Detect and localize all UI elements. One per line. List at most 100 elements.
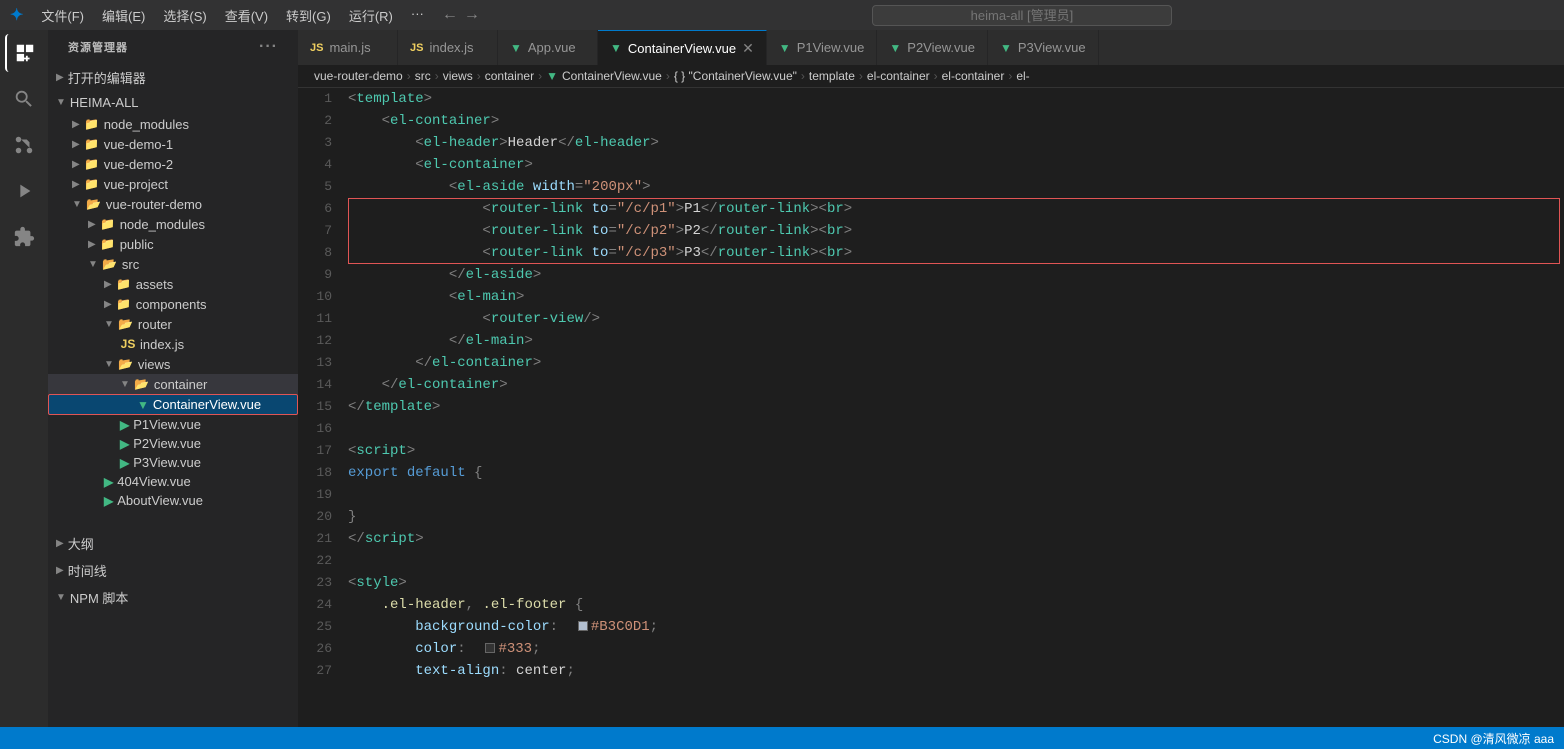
breadcrumb-part[interactable]: src xyxy=(415,69,431,83)
line-content: color: #333; xyxy=(348,638,1564,660)
line-content: <el-main> xyxy=(348,286,1564,308)
tab-p2view[interactable]: ▼ P2View.vue xyxy=(877,30,988,65)
folder-icon: 📂 xyxy=(86,196,102,212)
explorer-icon[interactable] xyxy=(5,34,43,72)
tab-label: ContainerView.vue xyxy=(628,41,736,56)
chevron-icon: ▼ xyxy=(88,259,98,270)
tree-p2view[interactable]: ▶ P2View.vue xyxy=(48,434,298,453)
breadcrumb-template[interactable]: template xyxy=(809,69,855,83)
line-number: 11 xyxy=(298,308,348,330)
chevron-icon: ▶ xyxy=(72,119,80,130)
forward-arrow[interactable]: → xyxy=(464,6,480,24)
code-line-8: 8 <router-link to="/c/p3">P3</router-lin… xyxy=(298,242,1564,264)
tree-assets[interactable]: ▶ 📁 assets xyxy=(48,274,298,294)
line-number: 9 xyxy=(298,264,348,286)
folder-icon: 📂 xyxy=(118,356,134,372)
search-input[interactable] xyxy=(872,5,1172,26)
breadcrumb-part[interactable]: views xyxy=(443,69,473,83)
timeline-section[interactable]: ▶ 时间线 xyxy=(48,557,298,584)
tree-p3view[interactable]: ▶ P3View.vue xyxy=(48,453,298,472)
vue-icon: ▶ xyxy=(120,418,129,432)
tab-close-icon[interactable]: ✕ xyxy=(742,40,754,57)
vue-file-icon: ▼ xyxy=(779,41,791,55)
sidebar-more[interactable]: ··· xyxy=(259,38,278,56)
run-icon[interactable] xyxy=(5,172,43,210)
breadcrumb-sep: › xyxy=(477,69,481,83)
menu-goto[interactable]: 转到(G) xyxy=(278,4,339,27)
breadcrumb-part[interactable]: el-container xyxy=(867,69,930,83)
tree-label: AboutView.vue xyxy=(117,493,203,508)
tab-container-view[interactable]: ▼ ContainerView.vue ✕ xyxy=(598,30,767,65)
menu-bar: 文件(F) 编辑(E) 选择(S) 查看(V) 转到(G) 运行(R) ··· xyxy=(33,4,431,27)
line-number: 1 xyxy=(298,88,348,110)
vue-icon: ▼ xyxy=(137,398,149,412)
tree-vue-demo-2[interactable]: ▶ 📁 vue-demo-2 xyxy=(48,154,298,174)
menu-view[interactable]: 查看(V) xyxy=(217,4,276,27)
menu-file[interactable]: 文件(F) xyxy=(33,4,92,27)
tree-components[interactable]: ▶ 📁 components xyxy=(48,294,298,314)
tree-label: 404View.vue xyxy=(117,474,191,489)
npm-scripts-section[interactable]: ▼ NPM 脚本 xyxy=(48,584,298,611)
search-bar[interactable] xyxy=(490,5,1554,26)
vue-file-icon: ▼ xyxy=(610,41,622,55)
line-number: 26 xyxy=(298,638,348,660)
tree-container[interactable]: ▼ 📂 container xyxy=(48,374,298,394)
tree-router[interactable]: ▼ 📂 router xyxy=(48,314,298,334)
search-activity-icon[interactable] xyxy=(5,80,43,118)
breadcrumb-part[interactable]: { } "ContainerView.vue" xyxy=(674,69,797,83)
tree-public[interactable]: ▶ 📁 public xyxy=(48,234,298,254)
tree-label: node_modules xyxy=(120,217,205,232)
extensions-icon[interactable] xyxy=(5,218,43,256)
tree-vue-demo-1[interactable]: ▶ 📁 vue-demo-1 xyxy=(48,134,298,154)
chevron-icon: ▼ xyxy=(120,379,130,390)
tree-label: P2View.vue xyxy=(133,436,201,451)
chevron-icon: ▶ xyxy=(104,279,112,290)
code-line-23: 23 <style> xyxy=(298,572,1564,594)
tree-index-js[interactable]: JS index.js xyxy=(48,334,298,354)
tree-node-modules[interactable]: ▶ 📁 node_modules xyxy=(48,114,298,134)
menu-edit[interactable]: 编辑(E) xyxy=(94,4,153,27)
breadcrumb-part[interactable]: ContainerView.vue xyxy=(562,69,662,83)
menu-select[interactable]: 选择(S) xyxy=(155,4,214,27)
line-content: </template> xyxy=(348,396,1564,418)
tree-container-view[interactable]: ▼ ContainerView.vue xyxy=(48,394,298,415)
menu-more[interactable]: ··· xyxy=(403,4,432,27)
folder-icon: 📂 xyxy=(134,376,150,392)
root-chevron: ▼ xyxy=(56,97,66,108)
breadcrumb-part[interactable]: container xyxy=(485,69,534,83)
tree-404view[interactable]: ▶ 404View.vue xyxy=(48,472,298,491)
tree-src[interactable]: ▼ 📂 src xyxy=(48,254,298,274)
tab-p1view[interactable]: ▼ P1View.vue xyxy=(767,30,878,65)
tab-main-js[interactable]: JS main.js xyxy=(298,30,398,65)
breadcrumb-part[interactable]: el- xyxy=(1016,69,1029,83)
breadcrumb-part[interactable]: el-container xyxy=(942,69,1005,83)
tree-vrd-node-modules[interactable]: ▶ 📁 node_modules xyxy=(48,214,298,234)
chevron-icon: ▼ xyxy=(104,359,114,370)
folder-icon: 📁 xyxy=(84,116,100,132)
tree-aboutview[interactable]: ▶ AboutView.vue xyxy=(48,491,298,510)
outline-section[interactable]: ▶ 大纲 xyxy=(48,530,298,557)
folder-icon: 📂 xyxy=(102,256,118,272)
git-icon[interactable] xyxy=(5,126,43,164)
code-line-3: 3 <el-header>Header</el-header> xyxy=(298,132,1564,154)
back-arrow[interactable]: ← xyxy=(442,6,458,24)
chevron-icon: ▶ xyxy=(72,159,80,170)
tree-vue-router-demo[interactable]: ▼ 📂 vue-router-demo xyxy=(48,194,298,214)
line-number: 10 xyxy=(298,286,348,308)
tree-p1view[interactable]: ▶ P1View.vue xyxy=(48,415,298,434)
line-number: 22 xyxy=(298,550,348,572)
tree-vue-project[interactable]: ▶ 📁 vue-project xyxy=(48,174,298,194)
breadcrumb-part[interactable]: vue-router-demo xyxy=(314,69,403,83)
tab-index-js[interactable]: JS index.js xyxy=(398,30,498,65)
activity-bar xyxy=(0,30,48,727)
heima-all-root[interactable]: ▼ HEIMA-ALL xyxy=(48,91,298,114)
line-content: </el-aside> xyxy=(348,264,1564,286)
menu-run[interactable]: 运行(R) xyxy=(341,4,401,27)
tab-p3view[interactable]: ▼ P3View.vue xyxy=(988,30,1099,65)
code-editor[interactable]: 1 <template> 2 <el-container> 3 <el-head… xyxy=(298,88,1564,727)
tab-app-vue[interactable]: ▼ App.vue xyxy=(498,30,598,65)
open-editors-section[interactable]: ▶ 打开的编辑器 xyxy=(48,64,298,91)
tree-label: vue-demo-1 xyxy=(104,137,173,152)
tree-views[interactable]: ▼ 📂 views xyxy=(48,354,298,374)
root-label: HEIMA-ALL xyxy=(70,95,139,110)
